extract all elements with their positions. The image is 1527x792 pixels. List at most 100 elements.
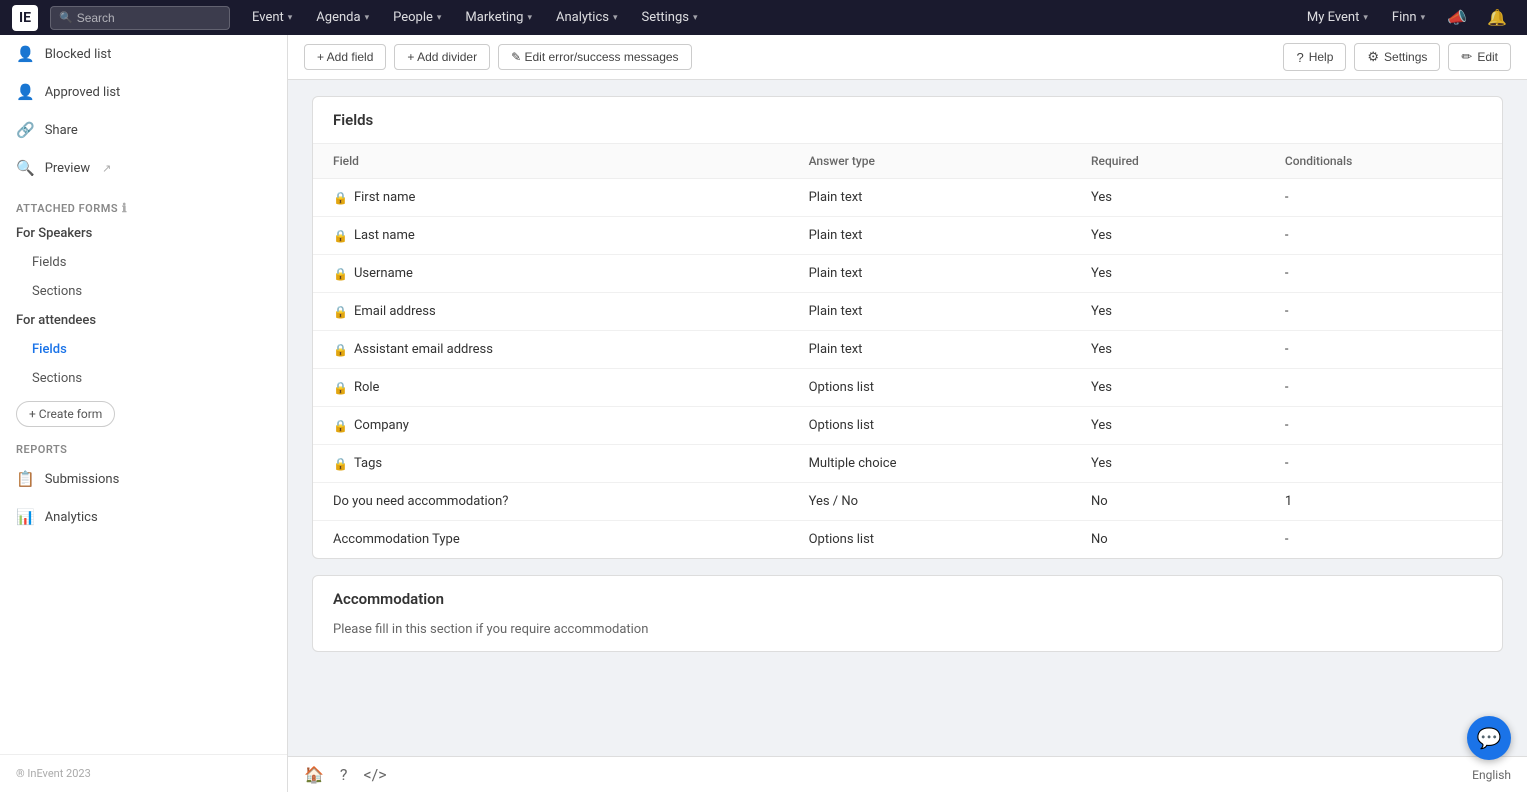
table-row[interactable]: 🔒 Assistant email address Plain text Yes… [313,331,1502,369]
app-logo: IE [12,5,38,31]
required-cell: Yes [1071,369,1265,407]
lock-icon: 🔒 [333,305,348,319]
answer-type-cell: Multiple choice [789,445,1071,483]
table-row[interactable]: Accommodation Type Options list No - [313,521,1502,559]
lock-icon: 🔒 [333,343,348,357]
edit-button[interactable]: ✏ Edit [1448,43,1511,71]
table-row[interactable]: 🔒 Role Options list Yes - [313,369,1502,407]
sidebar-item-preview[interactable]: 🔍 Preview ↗ [0,149,287,187]
answer-type-cell: Plain text [789,331,1071,369]
lock-icon: 🔒 [333,191,348,205]
bottom-bar: 🏠 ? </> English [288,756,1527,792]
sidebar-attendees-fields[interactable]: Fields [0,335,287,364]
megaphone-icon[interactable]: 📣 [1439,0,1475,35]
conditionals-cell: - [1265,331,1502,369]
answer-type-cell: Options list [789,369,1071,407]
required-cell: Yes [1071,407,1265,445]
external-link-icon: ↗ [102,162,111,175]
col-required: Required [1071,144,1265,179]
required-cell: Yes [1071,217,1265,255]
accommodation-description: Please fill in this section if you requi… [313,622,1502,651]
fields-table: Field Answer type Required Conditionals … [313,144,1502,558]
lock-icon: 🔒 [333,267,348,281]
nav-right: My Event ▾ Finn ▾ 📣 🔔 [1297,0,1515,35]
nav-my-event[interactable]: My Event ▾ [1297,0,1378,35]
settings-button[interactable]: ⚙ Settings [1354,43,1440,71]
chevron-down-icon: ▾ [437,13,442,23]
nav-event[interactable]: Event ▾ [242,0,302,35]
chevron-down-icon: ▾ [288,13,293,23]
language-selector[interactable]: English [1472,768,1511,782]
chat-bubble[interactable]: 💬 [1467,716,1511,760]
answer-type-cell: Plain text [789,179,1071,217]
required-cell: Yes [1071,179,1265,217]
lock-icon: 🔒 [333,381,348,395]
table-row[interactable]: 🔒 Company Options list Yes - [313,407,1502,445]
table-row[interactable]: 🔒 First name Plain text Yes - [313,179,1502,217]
accommodation-title: Accommodation [313,576,1502,622]
lock-icon: 🔒 [333,419,348,433]
share-icon: 🔗 [16,121,35,139]
blocked-list-icon: 👤 [16,45,35,63]
notification-icon[interactable]: 🔔 [1479,0,1515,35]
field-name-cell: 🔒 Tags [313,445,789,483]
add-divider-button[interactable]: + Add divider [394,44,490,70]
fields-card: Fields Field Answer type Required Condit… [312,96,1503,559]
nav-people[interactable]: People ▾ [383,0,451,35]
lock-icon: 🔒 [333,457,348,471]
sidebar-item-approved-list[interactable]: 👤 Approved list [0,73,287,111]
field-name-cell: Accommodation Type [313,521,789,559]
required-cell: No [1071,483,1265,521]
field-name-cell: 🔒 Assistant email address [313,331,789,369]
field-name-cell: 🔒 Last name [313,217,789,255]
help-button[interactable]: ? Help [1283,43,1346,71]
preview-icon: 🔍 [16,159,35,177]
sidebar: 👤 Blocked list 👤 Approved list 🔗 Share 🔍… [0,35,288,792]
sidebar-for-attendees[interactable]: For attendees [0,306,287,335]
fields-card-title: Fields [313,97,1502,144]
help-icon[interactable]: ? [340,765,348,784]
table-header-row: Field Answer type Required Conditionals [313,144,1502,179]
info-icon: ℹ [122,201,127,215]
content-area: + Add field + Add divider ✎ Edit error/s… [288,35,1527,792]
field-name-cell: 🔒 Role [313,369,789,407]
table-row[interactable]: Do you need accommodation? Yes / No No 1 [313,483,1502,521]
sidebar-analytics[interactable]: 📊 Analytics [0,498,287,536]
answer-type-cell: Options list [789,407,1071,445]
sidebar-speakers-fields[interactable]: Fields [0,248,287,277]
field-name-cell: 🔒 First name [313,179,789,217]
nav-user[interactable]: Finn ▾ [1382,0,1435,35]
conditionals-cell: - [1265,179,1502,217]
nav-agenda[interactable]: Agenda ▾ [306,0,379,35]
bottom-bar-icons: 🏠 ? </> [304,765,387,784]
nav-settings[interactable]: Settings ▾ [632,0,708,35]
code-icon[interactable]: </> [363,765,386,784]
sidebar-attendees-sections[interactable]: Sections [0,364,287,393]
table-row[interactable]: 🔒 Last name Plain text Yes - [313,217,1502,255]
sidebar-footer: ® InEvent 2023 [0,754,287,792]
search-box[interactable]: 🔍 [50,6,230,30]
nav-marketing[interactable]: Marketing ▾ [455,0,542,35]
search-input[interactable] [77,11,221,25]
sidebar-speakers-sections[interactable]: Sections [0,277,287,306]
scroll-area: Fields Field Answer type Required Condit… [288,80,1527,756]
table-row[interactable]: 🔒 Email address Plain text Yes - [313,293,1502,331]
sidebar-item-blocked-list[interactable]: 👤 Blocked list [0,35,287,73]
create-form-button[interactable]: + Create form [16,401,115,427]
conditionals-cell: 1 [1265,483,1502,521]
conditionals-cell: - [1265,255,1502,293]
edit-messages-button[interactable]: ✎ Edit error/success messages [498,44,691,70]
home-icon[interactable]: 🏠 [304,765,324,784]
field-name-cell: Do you need accommodation? [313,483,789,521]
sidebar-item-share[interactable]: 🔗 Share [0,111,287,149]
sidebar-for-speakers[interactable]: For Speakers [0,219,287,248]
table-row[interactable]: 🔒 Tags Multiple choice Yes - [313,445,1502,483]
answer-type-cell: Plain text [789,293,1071,331]
chevron-down-icon: ▾ [527,13,532,23]
sidebar-submissions[interactable]: 📋 Submissions [0,460,287,498]
add-field-button[interactable]: + Add field [304,44,386,70]
required-cell: Yes [1071,293,1265,331]
table-row[interactable]: 🔒 Username Plain text Yes - [313,255,1502,293]
nav-analytics[interactable]: Analytics ▾ [546,0,628,35]
chevron-down-icon: ▾ [1363,13,1368,23]
